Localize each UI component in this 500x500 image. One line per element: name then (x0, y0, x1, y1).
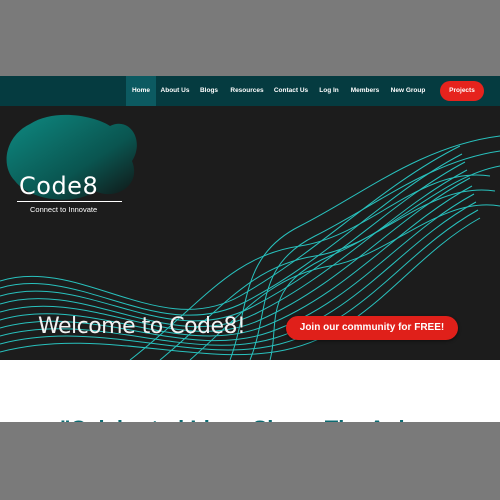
logo-wordmark[interactable]: Code8 (19, 172, 98, 200)
nav-members[interactable]: Members (348, 76, 382, 106)
website-frame: Home About Us Blogs Resources Contact Us… (0, 76, 500, 422)
projects-button[interactable]: Projects (440, 81, 484, 101)
logo-tagline: Connect to Innovate (30, 205, 98, 214)
hero-welcome-heading: Welcome to Code8! (38, 314, 246, 339)
nav-resources[interactable]: Resources (228, 76, 266, 106)
logo-divider (17, 201, 122, 202)
join-community-button[interactable]: Join our community for FREE! (286, 316, 458, 340)
section-heading-partial: "Celebrated Ideas Shape The Ank (60, 416, 411, 422)
nav-about-us[interactable]: About Us (158, 76, 192, 106)
nav-contact-us[interactable]: Contact Us (272, 76, 310, 106)
nav-home[interactable]: Home (126, 76, 156, 106)
nav-blogs[interactable]: Blogs (196, 76, 222, 106)
nav-log-in[interactable]: Log In (317, 76, 341, 106)
top-navbar: Home About Us Blogs Resources Contact Us… (0, 76, 500, 106)
hero-banner: Code8 Connect to Innovate Welcome to Cod… (0, 106, 500, 360)
nav-new-group[interactable]: New Group (389, 76, 427, 106)
